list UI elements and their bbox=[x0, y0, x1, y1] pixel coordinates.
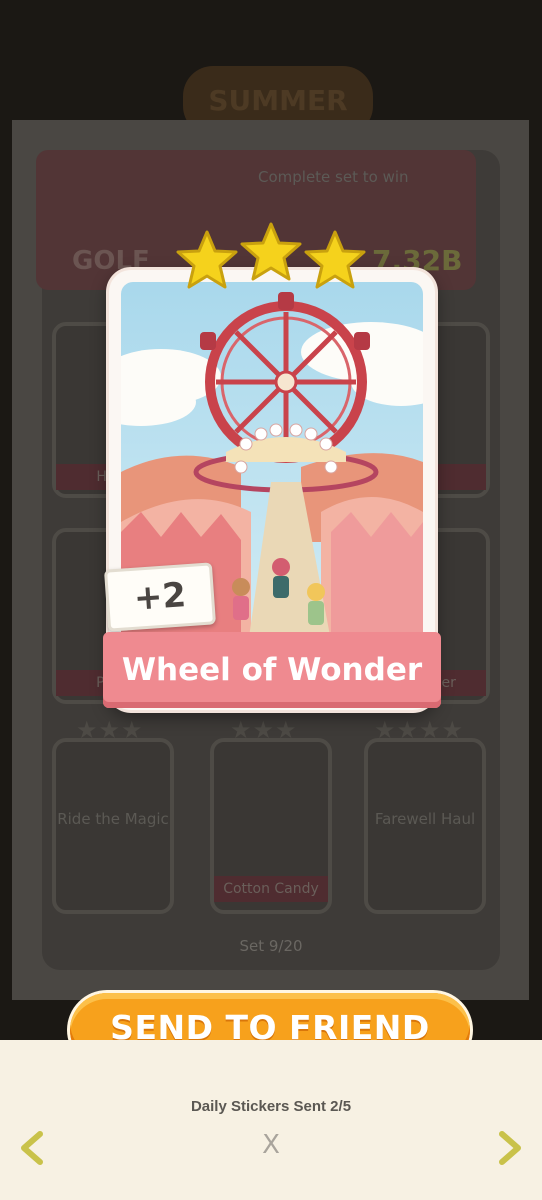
star-icon bbox=[304, 230, 366, 289]
daily-stickers-status: Daily Stickers Sent 2/5 bbox=[190, 1098, 352, 1115]
star-icon bbox=[240, 222, 302, 281]
sticker-rating bbox=[176, 222, 368, 292]
chevron-right-icon[interactable] bbox=[494, 1128, 526, 1168]
album-slot: Cotton Candy bbox=[210, 738, 332, 914]
reward-subtitle: Complete set to win bbox=[258, 168, 409, 186]
star-icon bbox=[176, 230, 238, 289]
album-slot: Farewell Haul bbox=[364, 738, 486, 914]
album-slot-label: Ride the Magic bbox=[57, 810, 169, 828]
close-button[interactable]: X bbox=[258, 1130, 284, 1160]
sticker-name: Wheel of Wonder bbox=[121, 652, 423, 688]
album-slot-label: Farewell Haul bbox=[374, 810, 476, 828]
album-slot-label: Cotton Candy bbox=[214, 876, 328, 902]
duplicate-count-badge: +2 bbox=[103, 562, 217, 632]
bottom-panel bbox=[0, 1040, 542, 1200]
sticker-name-ribbon: Wheel of Wonder bbox=[103, 632, 441, 708]
chevron-left-icon[interactable] bbox=[16, 1128, 48, 1168]
set-progress: Set 9/20 bbox=[239, 937, 303, 955]
album-slot: Ride the Magic bbox=[52, 738, 174, 914]
